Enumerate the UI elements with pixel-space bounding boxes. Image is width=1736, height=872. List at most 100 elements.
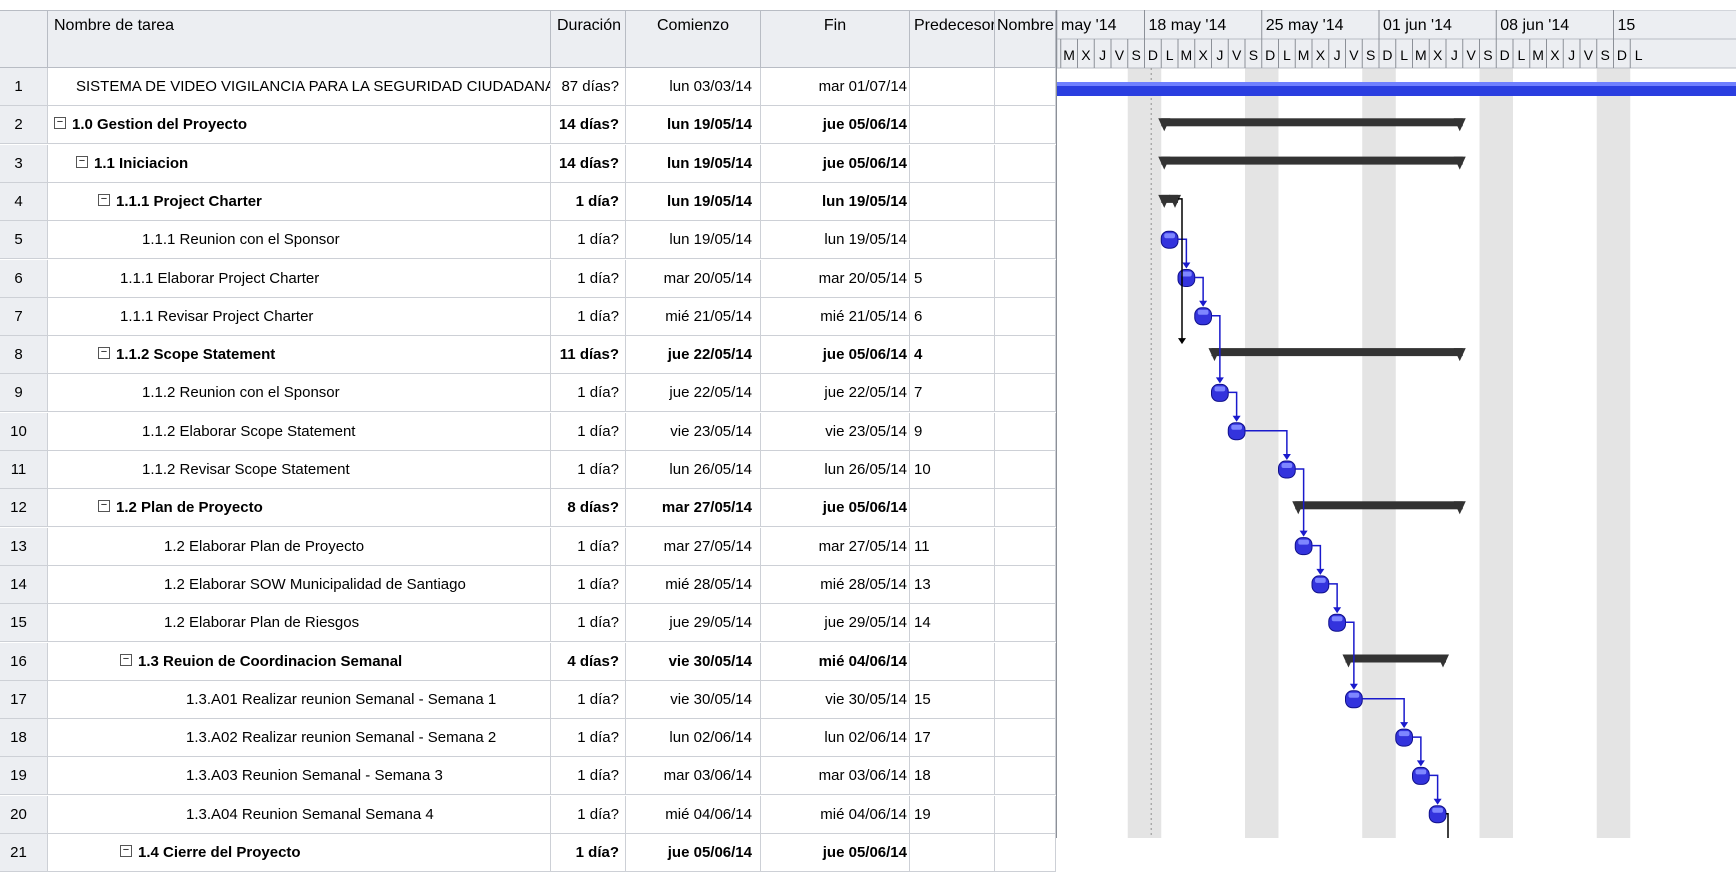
finish-cell[interactable]: lun 19/05/14: [761, 221, 910, 260]
predecessors-cell[interactable]: [910, 182, 995, 221]
predecessors-cell[interactable]: 18: [910, 757, 995, 796]
resources-cell[interactable]: [995, 604, 1056, 643]
row-id[interactable]: 1: [0, 68, 48, 106]
predecessors-cell[interactable]: 19: [910, 795, 995, 834]
row-id[interactable]: 16: [0, 642, 48, 681]
predecessors-cell[interactable]: [910, 489, 995, 528]
finish-cell[interactable]: mié 04/06/14: [761, 642, 910, 681]
task-name-cell[interactable]: SISTEMA DE VIDEO VIGILANCIA PARA LA SEGU…: [48, 68, 551, 106]
task-name-cell[interactable]: 1.2 Elaborar Plan de Proyecto: [48, 527, 551, 566]
row-id[interactable]: 18: [0, 719, 48, 758]
task-name-cell[interactable]: −1.0 Gestion del Proyecto: [48, 106, 551, 145]
finish-cell[interactable]: jue 05/06/14: [761, 336, 910, 375]
predecessors-cell[interactable]: 17: [910, 719, 995, 758]
start-cell[interactable]: vie 30/05/14: [626, 680, 761, 719]
table-row[interactable]: 18 1.3.A02 Realizar reunion Semanal - Sem…: [0, 719, 1056, 758]
duration-cell[interactable]: 11 días?: [551, 336, 626, 375]
duration-cell[interactable]: 1 día?: [551, 719, 626, 758]
resources-cell[interactable]: [995, 680, 1056, 719]
table-row[interactable]: 6 1.1.1 Elaborar Project Charter 1 día? mar…: [0, 259, 1056, 298]
finish-cell[interactable]: jue 05/06/14: [761, 834, 910, 872]
finish-cell[interactable]: jue 05/06/14: [761, 144, 910, 183]
resources-cell[interactable]: [995, 642, 1056, 681]
task-name-cell[interactable]: 1.3.A03 Reunion Semanal - Semana 3: [48, 757, 551, 796]
start-cell[interactable]: mar 27/05/14: [626, 527, 761, 566]
task-name-cell[interactable]: 1.1.2 Elaborar Scope Statement: [48, 412, 551, 451]
table-row[interactable]: 13 1.2 Elaborar Plan de Proyecto 1 día? mar…: [0, 527, 1056, 566]
table-row[interactable]: 14 1.2 Elaborar SOW Municipalidad de Sant…: [0, 565, 1056, 604]
row-id[interactable]: 6: [0, 259, 48, 298]
finish-cell[interactable]: lun 26/05/14: [761, 451, 910, 489]
task-name-cell[interactable]: −1.1 Iniciacion: [48, 144, 551, 183]
resources-cell[interactable]: [995, 565, 1056, 604]
task-name-cell[interactable]: 1.3.A02 Realizar reunion Semanal - Seman…: [48, 719, 551, 758]
predecessors-cell[interactable]: 13: [910, 565, 995, 604]
start-cell[interactable]: lun 02/06/14: [626, 719, 761, 758]
predecessors-cell[interactable]: 7: [910, 374, 995, 413]
task-name-cell[interactable]: −1.1.1 Project Charter: [48, 182, 551, 221]
column-header-predecessors[interactable]: Predecesora: [910, 10, 995, 68]
collapse-toggle-icon[interactable]: −: [98, 193, 110, 206]
duration-cell[interactable]: 1 día?: [551, 604, 626, 643]
resources-cell[interactable]: [995, 68, 1056, 106]
predecessors-cell[interactable]: [910, 221, 995, 260]
duration-cell[interactable]: 1 día?: [551, 451, 626, 489]
table-row[interactable]: 10 1.1.2 Elaborar Scope Statement 1 día? vi…: [0, 412, 1056, 451]
finish-cell[interactable]: mar 03/06/14: [761, 757, 910, 796]
task-name-cell[interactable]: 1.1.2 Reunion con el Sponsor: [48, 374, 551, 413]
start-cell[interactable]: lun 19/05/14: [626, 106, 761, 145]
predecessors-cell[interactable]: [910, 106, 995, 145]
predecessors-cell[interactable]: 9: [910, 412, 995, 451]
start-cell[interactable]: mar 27/05/14: [626, 489, 761, 528]
duration-cell[interactable]: 1 día?: [551, 757, 626, 796]
table-row[interactable]: 3−1.1 Iniciacion 14 días? lun 19/05/14 jue …: [0, 144, 1056, 183]
predecessors-cell[interactable]: 15: [910, 680, 995, 719]
start-cell[interactable]: vie 23/05/14: [626, 412, 761, 451]
resources-cell[interactable]: [995, 719, 1056, 758]
finish-cell[interactable]: lun 02/06/14: [761, 719, 910, 758]
predecessors-cell[interactable]: 5: [910, 259, 995, 298]
finish-cell[interactable]: mié 21/05/14: [761, 297, 910, 336]
row-id[interactable]: 19: [0, 757, 48, 796]
row-id[interactable]: 4: [0, 182, 48, 221]
start-cell[interactable]: mié 21/05/14: [626, 297, 761, 336]
row-id[interactable]: 14: [0, 565, 48, 604]
table-row[interactable]: 2−1.0 Gestion del Proyecto 14 días? lun 19…: [0, 106, 1056, 145]
finish-cell[interactable]: jue 05/06/14: [761, 106, 910, 145]
task-name-cell[interactable]: −1.4 Cierre del Proyecto: [48, 834, 551, 872]
table-row[interactable]: 16−1.3 Reuion de Coordinacion Semanal 4 d…: [0, 642, 1056, 681]
finish-cell[interactable]: vie 23/05/14: [761, 412, 910, 451]
finish-cell[interactable]: mar 20/05/14: [761, 259, 910, 298]
resources-cell[interactable]: [995, 374, 1056, 413]
finish-cell[interactable]: jue 22/05/14: [761, 374, 910, 413]
resources-cell[interactable]: [995, 221, 1056, 260]
task-name-cell[interactable]: −1.3 Reuion de Coordinacion Semanal: [48, 642, 551, 681]
resources-cell[interactable]: [995, 259, 1056, 298]
resources-cell[interactable]: [995, 106, 1056, 145]
resources-cell[interactable]: [995, 451, 1056, 489]
finish-cell[interactable]: jue 29/05/14: [761, 604, 910, 643]
collapse-toggle-icon[interactable]: −: [98, 500, 110, 513]
task-name-cell[interactable]: 1.1.1 Revisar Project Charter: [48, 297, 551, 336]
start-cell[interactable]: jue 29/05/14: [626, 604, 761, 643]
table-row[interactable]: 17 1.3.A01 Realizar reunion Semanal - Sem…: [0, 680, 1056, 719]
finish-cell[interactable]: mié 04/06/14: [761, 795, 910, 834]
collapse-toggle-icon[interactable]: −: [76, 155, 88, 168]
column-header-start[interactable]: Comienzo: [626, 10, 761, 68]
table-row[interactable]: 21−1.4 Cierre del Proyecto 1 día? jue 05/0…: [0, 834, 1056, 872]
resources-cell[interactable]: [995, 489, 1056, 528]
resources-cell[interactable]: [995, 144, 1056, 183]
start-cell[interactable]: lun 03/03/14: [626, 68, 761, 106]
table-row[interactable]: 5 1.1.1 Reunion con el Sponsor 1 día? lun 1…: [0, 221, 1056, 260]
row-id[interactable]: 7: [0, 297, 48, 336]
row-id[interactable]: 17: [0, 680, 48, 719]
table-row[interactable]: 7 1.1.1 Revisar Project Charter 1 día? mié …: [0, 297, 1056, 336]
start-cell[interactable]: lun 19/05/14: [626, 221, 761, 260]
row-id[interactable]: 5: [0, 221, 48, 260]
finish-cell[interactable]: mar 01/07/14: [761, 68, 910, 106]
table-row[interactable]: 15 1.2 Elaborar Plan de Riesgos 1 día? jue …: [0, 604, 1056, 643]
start-cell[interactable]: mar 03/06/14: [626, 757, 761, 796]
column-header-finish[interactable]: Fin: [761, 10, 910, 68]
collapse-toggle-icon[interactable]: −: [120, 845, 132, 858]
row-id[interactable]: 12: [0, 489, 48, 528]
